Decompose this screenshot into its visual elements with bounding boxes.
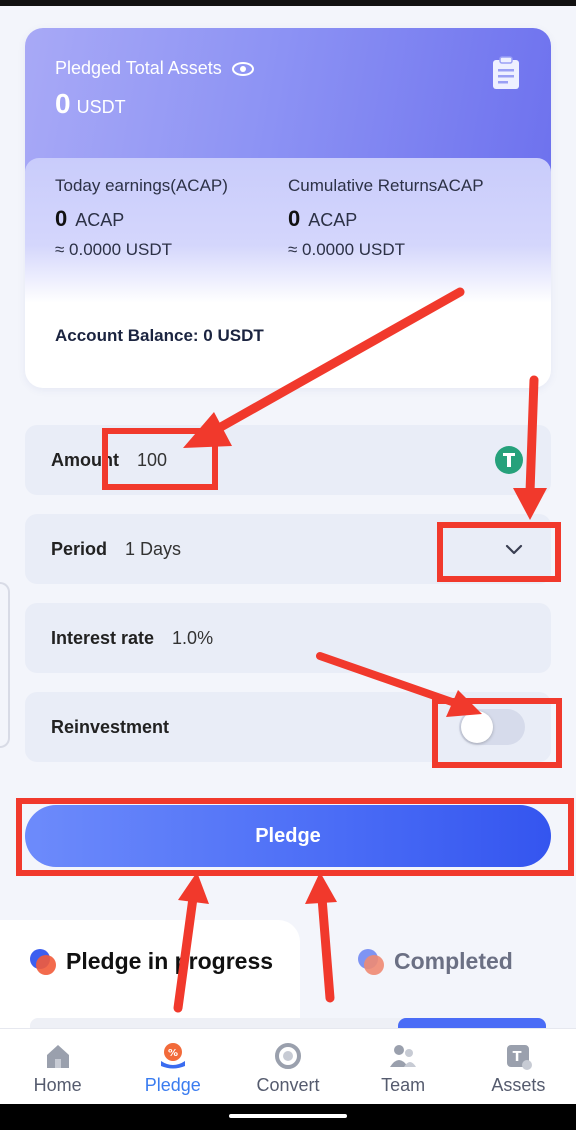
interest-rate-value: 1.0% [172,627,214,648]
bottom-nav: Home % Pledge Convert Team T Assets [0,1028,576,1104]
assets-icon: T [507,1045,533,1070]
assets-card: Pledged Total Assets 0 USDT Today earnin… [25,28,551,388]
today-earnings-value: 0 [55,206,68,231]
clipboard-icon[interactable] [491,56,521,90]
tab-label: Completed [394,948,513,974]
convert-icon [274,1043,301,1069]
tab-label: Pledge in progress [66,948,274,974]
cumulative-returns-unit: ACAP [308,210,358,230]
cumulative-returns-value: 0 [288,206,301,231]
svg-text:%: % [168,1048,178,1059]
today-earnings-label: Today earnings(ACAP) [55,176,228,195]
home-indicator[interactable] [229,1114,347,1118]
status-bar [0,0,576,6]
nav-label: Team [381,1075,426,1095]
period-label: Period [51,538,108,559]
total-assets-label-row: Pledged Total Assets [55,58,254,79]
nav-pledge[interactable]: % Pledge [115,1029,230,1104]
account-balance: Account Balance: 0 USDT [55,326,264,345]
nav-label: Assets [491,1075,546,1095]
side-panel-edge [0,582,10,748]
total-assets-value: 0 USDT [55,88,126,120]
tab-pledge-in-progress[interactable]: Pledge in progress [30,948,273,975]
nav-team[interactable]: Team [346,1029,461,1104]
annotation-box-reinvestment [432,698,562,768]
interest-rate-label: Interest rate [51,627,155,648]
eye-icon[interactable] [231,61,254,76]
reinvestment-label: Reinvestment [51,716,170,737]
nav-assets[interactable]: T Assets [461,1029,576,1104]
svg-text:T: T [513,1050,522,1065]
annotation-box-amount [102,428,218,490]
nav-home[interactable]: Home [0,1029,115,1104]
interest-rate-row: Interest rate 1.0% [25,603,551,673]
cumulative-returns-label: Cumulative ReturnsACAP [288,176,484,195]
pledge-tabs: Pledge in progress Completed [0,920,576,1030]
cumulative-returns: Cumulative ReturnsACAP 0 ACAP ≈ 0.0000 U… [288,176,484,260]
earnings-panel: Today earnings(ACAP) 0 ACAP ≈ 0.0000 USD… [25,158,551,303]
usdt-icon [495,446,523,474]
total-assets-unit: USDT [76,97,126,117]
today-earnings: Today earnings(ACAP) 0 ACAP ≈ 0.0000 USD… [55,176,228,260]
tab-completed[interactable]: Completed [358,948,513,975]
tab-dot-icon [358,948,384,975]
pledge-icon: % [160,1043,185,1069]
active-tab-background [0,920,300,1030]
today-earnings-usdt: ≈ 0.0000 USDT [55,240,173,259]
nav-label: Pledge [144,1075,201,1095]
cumulative-returns-usdt: ≈ 0.0000 USDT [288,240,406,259]
nav-label: Convert [256,1075,320,1095]
annotation-box-pledge [16,798,574,876]
nav-convert[interactable]: Convert [230,1029,345,1104]
total-assets-number: 0 [55,88,71,119]
home-icon [46,1045,69,1068]
today-earnings-unit: ACAP [75,210,125,230]
total-assets-label: Pledged Total Assets [55,58,222,78]
period-select[interactable]: 1 Days [125,539,181,560]
annotation-box-period [437,522,561,582]
tab-dot-icon [30,948,56,975]
team-icon [390,1045,417,1067]
nav-label: Home [33,1075,82,1095]
